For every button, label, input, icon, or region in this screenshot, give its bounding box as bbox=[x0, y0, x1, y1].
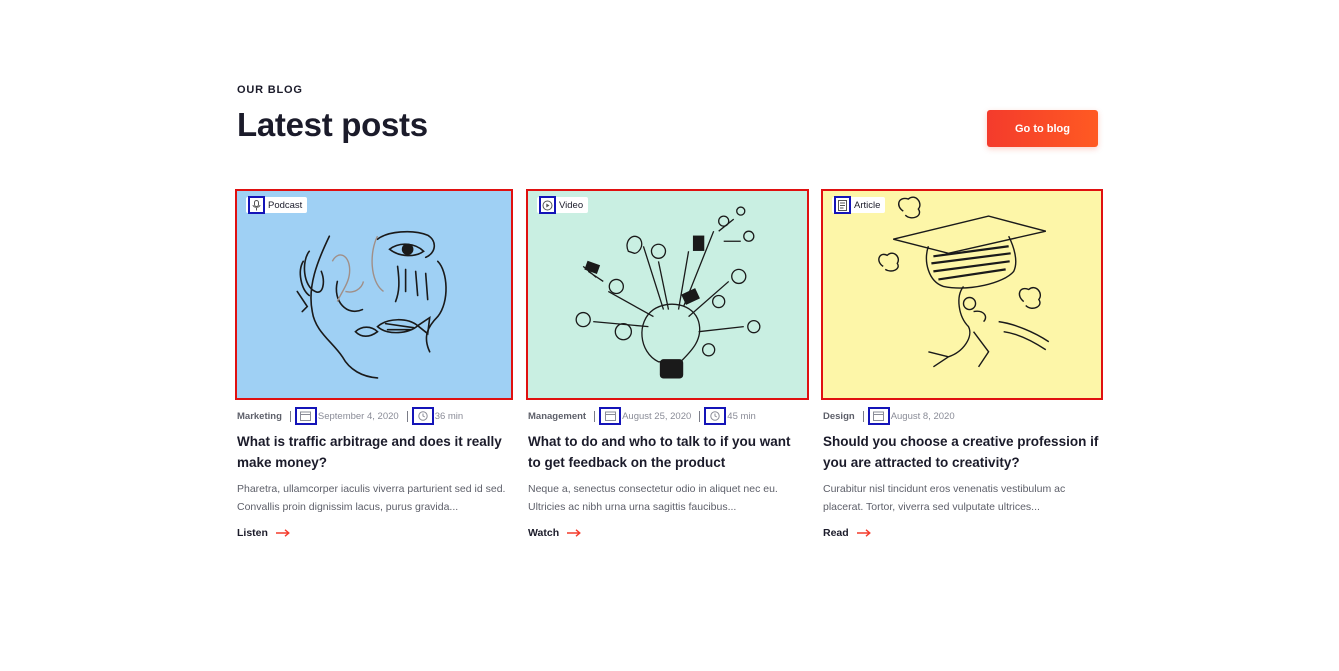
listen-link[interactable]: Listen bbox=[237, 527, 290, 539]
post-category[interactable]: Design bbox=[823, 411, 855, 422]
post-title[interactable]: Should you choose a creative profession … bbox=[823, 431, 1099, 473]
section-eyebrow: OUR BLOG bbox=[237, 84, 303, 96]
post-title[interactable]: What to do and who to talk to if you wan… bbox=[528, 431, 804, 473]
section-title: Latest posts bbox=[237, 106, 428, 143]
face-illustration bbox=[296, 230, 447, 379]
post-duration: 36 min bbox=[434, 410, 464, 422]
lightbulbs-illustration bbox=[575, 206, 761, 379]
post-title[interactable]: What is traffic arbitrage and does it re… bbox=[237, 431, 513, 473]
meta-divider bbox=[594, 410, 596, 422]
post-meta: Marketing September 4, 2020 36 min bbox=[237, 407, 463, 425]
post-image[interactable]: Podcast bbox=[235, 189, 513, 400]
post-card-podcast[interactable]: Podcast Marketing September 4, 2020 36 m… bbox=[235, 189, 513, 539]
go-to-blog-button[interactable]: Go to blog bbox=[987, 110, 1098, 147]
microphone-icon bbox=[248, 196, 265, 214]
post-date: August 25, 2020 bbox=[622, 410, 692, 422]
post-category[interactable]: Marketing bbox=[237, 411, 282, 422]
calendar-icon bbox=[867, 407, 890, 425]
post-image[interactable]: Video bbox=[526, 189, 809, 400]
post-excerpt: Curabitur nisl tincidunt eros venenatis … bbox=[823, 483, 1066, 513]
read-link[interactable]: Read bbox=[823, 527, 871, 539]
document-icon bbox=[834, 196, 851, 214]
post-type-label: Podcast bbox=[268, 199, 303, 211]
action-label: Listen bbox=[237, 527, 268, 539]
post-date: August 8, 2020 bbox=[890, 410, 955, 422]
graduation-cap-illustration bbox=[878, 196, 1050, 368]
play-circle-icon bbox=[539, 196, 556, 214]
meta-divider bbox=[406, 410, 408, 422]
arrow-right-icon bbox=[856, 529, 871, 537]
post-type-badge: Podcast bbox=[246, 196, 308, 214]
post-image[interactable]: Article bbox=[821, 189, 1103, 400]
post-meta: Management August 25, 2020 45 min bbox=[528, 407, 756, 425]
arrow-right-icon bbox=[275, 529, 290, 537]
meta-divider bbox=[289, 410, 291, 422]
post-type-badge: Article bbox=[832, 196, 886, 214]
post-meta: Design August 8, 2020 bbox=[823, 407, 955, 425]
post-excerpt: Pharetra, ullamcorper iaculis viverra pa… bbox=[237, 483, 506, 513]
calendar-icon bbox=[294, 407, 317, 425]
post-type-badge: Video bbox=[537, 196, 589, 214]
post-duration: 45 min bbox=[727, 410, 756, 422]
post-category[interactable]: Management bbox=[528, 411, 586, 422]
post-card-article[interactable]: Article Design August 8, 2020 Should you… bbox=[821, 189, 1103, 539]
clock-icon bbox=[411, 407, 434, 425]
post-date: September 4, 2020 bbox=[317, 410, 399, 422]
post-type-label: Article bbox=[854, 199, 881, 211]
action-label: Watch bbox=[528, 527, 560, 539]
calendar-icon bbox=[599, 407, 622, 425]
meta-divider bbox=[862, 410, 864, 422]
post-excerpt: Neque a, senectus consectetur odio in al… bbox=[528, 483, 778, 513]
blog-section: OUR BLOG Latest posts Go to blog Podcast… bbox=[235, 0, 1103, 671]
arrow-right-icon bbox=[567, 529, 582, 537]
watch-link[interactable]: Watch bbox=[528, 527, 582, 539]
clock-icon bbox=[704, 407, 727, 425]
post-card-video[interactable]: Video Management August 25, 2020 45 min … bbox=[526, 189, 809, 539]
meta-divider bbox=[699, 410, 701, 422]
post-type-label: Video bbox=[559, 199, 584, 211]
action-label: Read bbox=[823, 527, 849, 539]
